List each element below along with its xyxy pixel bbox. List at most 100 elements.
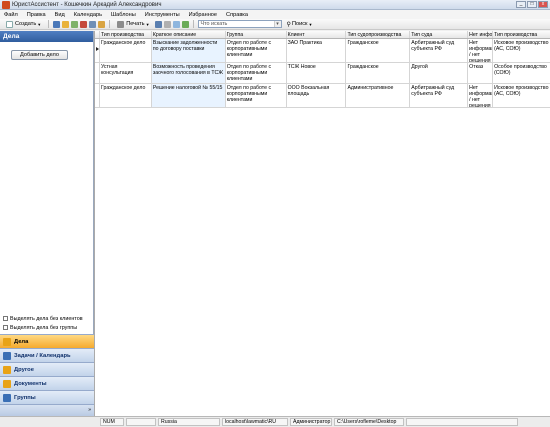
search-button-label: Поиск bbox=[291, 21, 308, 27]
menu-tools[interactable]: Инструменты bbox=[145, 12, 180, 18]
table-cell[interactable]: ЗАО Практика bbox=[287, 39, 347, 62]
chevron-down-icon: ▼ bbox=[37, 21, 42, 27]
archive-icon[interactable] bbox=[98, 20, 106, 28]
column-header[interactable]: Краткое описание bbox=[152, 31, 226, 38]
search-button[interactable]: ⚲ Поиск ▼ bbox=[284, 20, 316, 29]
table-cell[interactable]: Исковое производство (АС, СОЮ) bbox=[493, 84, 550, 107]
menu-edit[interactable]: Правка bbox=[27, 12, 46, 18]
status-extra bbox=[406, 418, 518, 426]
search-input[interactable]: Что искать ▾ bbox=[197, 20, 282, 28]
table-cell[interactable]: Административное bbox=[346, 84, 411, 107]
save-icon[interactable] bbox=[53, 20, 61, 28]
filter-icon[interactable] bbox=[154, 20, 162, 28]
new-document-icon bbox=[6, 20, 13, 28]
table-cell[interactable]: Возможность проведения заочного голосова… bbox=[151, 63, 226, 83]
menu-view[interactable]: Вид bbox=[55, 12, 65, 18]
edit-icon[interactable] bbox=[71, 20, 79, 28]
print-button[interactable]: Печать ▼ bbox=[114, 20, 152, 29]
nav-item-cases[interactable]: Дела bbox=[0, 334, 94, 348]
table-cell[interactable]: Исковое производство (АС, СОЮ) bbox=[493, 39, 550, 62]
table-cell[interactable]: Гражданское дело bbox=[100, 39, 152, 62]
column-header[interactable]: Нет информ bbox=[468, 31, 494, 38]
table-cell[interactable]: Отдел по работе с корпоративными клиента… bbox=[226, 63, 287, 83]
menu-templates[interactable]: Шаблоны bbox=[111, 12, 136, 18]
chevron-down-icon[interactable]: ▾ bbox=[273, 21, 281, 27]
menu-file[interactable]: Файл bbox=[4, 12, 18, 18]
table-cell[interactable]: Другой bbox=[410, 63, 469, 83]
nav-item-label: Задачи / Календарь bbox=[14, 352, 71, 359]
checkbox-no-clients[interactable]: Выделять дела без клиентов bbox=[3, 314, 83, 323]
table-cell[interactable]: Устная консультация bbox=[100, 63, 152, 83]
app-logo-icon bbox=[2, 0, 10, 9]
open-folder-icon[interactable] bbox=[62, 20, 70, 28]
minimize-button[interactable]: _ bbox=[516, 1, 526, 8]
checkbox-label: Выделять дела без клиентов bbox=[10, 315, 83, 322]
table-row[interactable]: Гражданское дело Взыскание задолженности… bbox=[95, 39, 550, 63]
checkbox[interactable] bbox=[3, 316, 8, 321]
toolbar-separator bbox=[48, 20, 50, 28]
close-button[interactable]: x bbox=[538, 1, 548, 8]
table-cell[interactable]: Взыскание задолженности по договору пост… bbox=[151, 39, 226, 62]
menu-help[interactable]: Справка bbox=[226, 12, 248, 18]
table-cell[interactable]: Особое производство (СОЮ) bbox=[493, 63, 550, 83]
table-row[interactable]: Гражданское дело Решение налоговой № 55/… bbox=[95, 84, 550, 108]
sort-icon[interactable] bbox=[163, 20, 171, 28]
column-header[interactable]: Тип суда bbox=[410, 31, 469, 38]
nav-pane-footer[interactable]: » bbox=[0, 404, 94, 416]
table-cell[interactable]: Арбитражный суд субъекта РФ bbox=[410, 39, 469, 62]
row-indicator bbox=[95, 63, 100, 83]
checkbox[interactable] bbox=[3, 325, 8, 330]
copy-icon[interactable] bbox=[89, 20, 97, 28]
window-controls: _ □ x bbox=[516, 1, 548, 8]
expand-icon[interactable]: » bbox=[88, 407, 91, 413]
toolbar: Создать ▼ Печать ▼ Что искать ▾ ⚲ Поиск … bbox=[0, 19, 550, 30]
table-cell[interactable]: Нет информации / нет решения bbox=[468, 39, 494, 62]
checkbox-label: Выделять дела без группы bbox=[10, 324, 78, 331]
column-header[interactable]: Группа bbox=[226, 31, 287, 38]
status-bar: NUM Russia localhost\lawmatic\RU Админис… bbox=[0, 416, 550, 427]
column-header[interactable]: Тип судопроизводства bbox=[346, 31, 411, 38]
nav-item-documents[interactable]: Документы bbox=[0, 376, 94, 390]
table-cell[interactable]: Гражданское дело bbox=[100, 84, 152, 107]
menu-calendar[interactable]: Календарь bbox=[74, 12, 102, 18]
table-cell[interactable]: Отдел по работе с корпоративными клиента… bbox=[226, 84, 287, 107]
print-label: Печать bbox=[126, 21, 145, 27]
table-cell[interactable]: Гражданское bbox=[346, 63, 411, 83]
table-cell[interactable]: Отдел по работе с корпоративными клиента… bbox=[226, 39, 287, 62]
nav-item-groups[interactable]: Группы bbox=[0, 390, 94, 404]
menu-favorites[interactable]: Избранное bbox=[189, 12, 217, 18]
folder-icon bbox=[3, 337, 11, 346]
table-row[interactable]: Устная консультация Возможность проведен… bbox=[95, 63, 550, 84]
chevron-down-icon: ▼ bbox=[145, 21, 150, 27]
documents-icon bbox=[3, 379, 11, 388]
delete-icon[interactable] bbox=[80, 20, 88, 28]
maximize-button[interactable]: □ bbox=[527, 1, 537, 8]
window-title: ЮристАссистент - Кошечкин Аркадий Алекса… bbox=[12, 1, 162, 8]
status-server: localhost\lawmatic\RU bbox=[222, 418, 288, 426]
table-cell[interactable]: Отказ bbox=[468, 63, 494, 83]
table-cell[interactable]: ООО Вокзальная площадь bbox=[287, 84, 347, 107]
refresh-icon[interactable] bbox=[181, 20, 189, 28]
nav-item-tasks[interactable]: Задачи / Календарь bbox=[0, 348, 94, 362]
columns-icon[interactable] bbox=[172, 20, 180, 28]
column-header[interactable]: Тип производства bbox=[100, 31, 152, 38]
column-header[interactable]: Клиент bbox=[287, 31, 347, 38]
column-header[interactable]: Тип производства bbox=[493, 31, 550, 38]
table-cell[interactable]: ТСЖ Новое bbox=[287, 63, 347, 83]
table-cell[interactable]: Нет информации / нет решения bbox=[468, 84, 494, 107]
table-cell[interactable]: Арбитражный суд субъекта РФ bbox=[410, 84, 469, 107]
add-case-button[interactable]: Добавить дело bbox=[11, 50, 68, 60]
navigation-pane: Дела Задачи / Календарь Другое Документы… bbox=[0, 334, 94, 416]
groups-icon bbox=[3, 393, 11, 402]
table-cell[interactable]: Решение налоговой № 55/15 bbox=[151, 84, 226, 107]
nav-item-other[interactable]: Другое bbox=[0, 362, 94, 376]
status-empty bbox=[126, 418, 156, 426]
left-panel: Дела Добавить дело Выделять дела без кли… bbox=[0, 31, 94, 416]
table-cell[interactable]: Гражданское bbox=[346, 39, 411, 62]
create-button[interactable]: Создать ▼ bbox=[3, 20, 44, 29]
checkbox-no-group[interactable]: Выделять дела без группы bbox=[3, 323, 83, 332]
row-indicator bbox=[95, 39, 100, 62]
status-num: NUM bbox=[100, 418, 124, 426]
filter-checkboxes: Выделять дела без клиентов Выделять дела… bbox=[3, 314, 83, 332]
search-placeholder: Что искать bbox=[200, 21, 228, 27]
